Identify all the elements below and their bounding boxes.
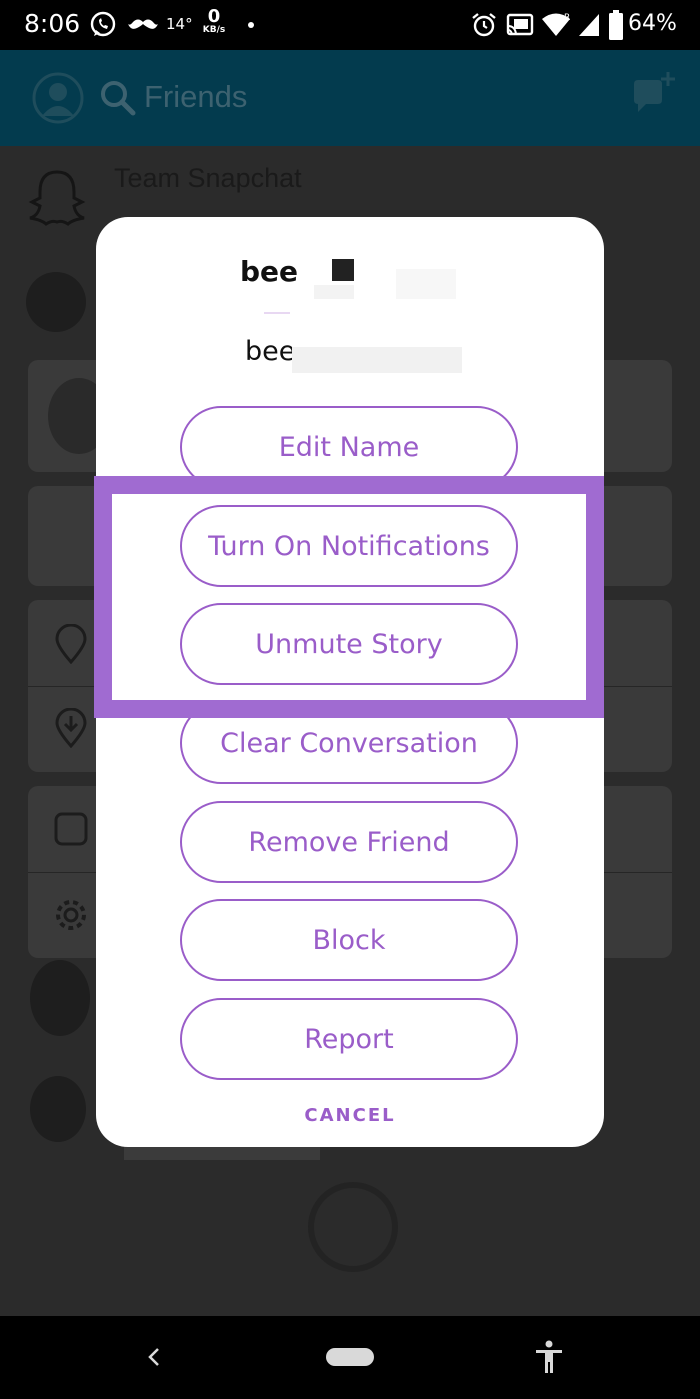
add-chat-icon[interactable] — [632, 72, 676, 116]
friend-bitmoji-icon — [26, 272, 86, 332]
whatsapp-icon — [90, 11, 116, 37]
net-speed-value: 0 — [207, 6, 221, 27]
status-bar: 8:06 14° 0 KB/s R 64% — [0, 0, 700, 50]
friend-display-name: bee — [245, 336, 296, 367]
blurred-text-block — [292, 347, 462, 373]
friend-bitmoji-icon — [30, 960, 90, 1036]
friend-username: bee — [240, 255, 299, 288]
remove-friend-button[interactable]: Remove Friend — [180, 801, 518, 883]
app-header: Friends — [0, 50, 700, 146]
status-temperature: 14° — [166, 15, 193, 33]
cast-icon — [506, 13, 534, 36]
search-icon[interactable] — [100, 80, 136, 116]
svg-text:R: R — [564, 13, 570, 23]
accessibility-icon[interactable] — [534, 1340, 564, 1374]
snapcode-icon — [54, 812, 88, 846]
status-battery-percent: 64% — [628, 11, 677, 36]
cancel-button[interactable]: CANCEL — [96, 1105, 604, 1126]
blurred-text-block — [314, 285, 354, 299]
home-pill-button[interactable] — [326, 1348, 374, 1366]
notification-dot-icon — [248, 22, 254, 28]
battery-icon — [609, 10, 623, 40]
status-time: 8:06 — [24, 9, 81, 38]
redaction-block — [332, 259, 354, 281]
back-icon[interactable] — [146, 1346, 162, 1368]
capture-button-icon — [308, 1182, 398, 1272]
mustache-icon — [128, 19, 158, 29]
share-location-icon — [55, 624, 87, 664]
wifi-icon: R — [542, 13, 570, 36]
friend-bitmoji-icon — [30, 1076, 86, 1142]
profile-avatar-icon[interactable] — [32, 72, 84, 124]
settings-gear-icon — [56, 900, 86, 930]
background-row-title: Team Snapchat — [114, 163, 302, 193]
highlight-annotation-box — [94, 476, 604, 718]
report-button[interactable]: Report — [180, 998, 518, 1080]
alarm-icon — [472, 13, 496, 37]
download-location-icon — [55, 708, 87, 748]
signal-icon — [579, 14, 599, 36]
name-underline — [264, 312, 290, 314]
status-net-speed: 0 KB/s — [198, 8, 230, 35]
net-speed-unit: KB/s — [202, 25, 226, 35]
system-nav-bar — [0, 1316, 700, 1399]
blurred-text-block — [396, 269, 456, 299]
block-button[interactable]: Block — [180, 899, 518, 981]
snapchat-ghost-icon — [28, 170, 86, 226]
page-title: Friends — [144, 79, 248, 114]
